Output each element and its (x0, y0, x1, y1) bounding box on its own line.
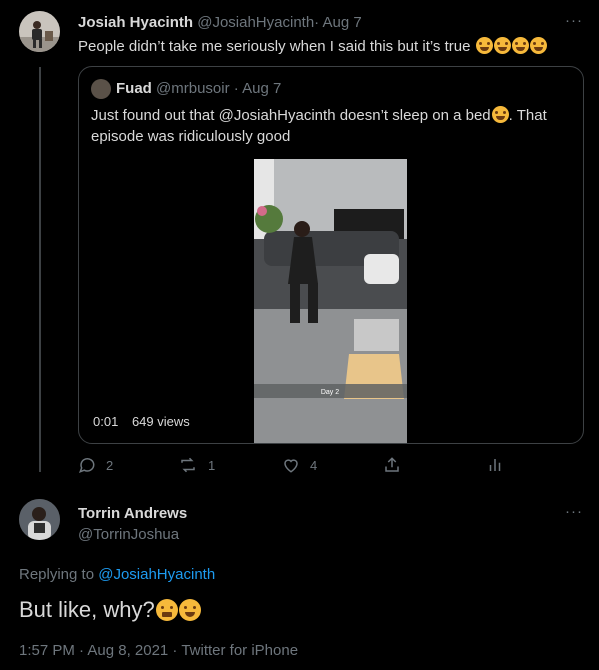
retweet-button[interactable]: 1 (178, 456, 215, 474)
tears-of-joy-emoji-icon (529, 37, 547, 54)
tweet1-display-name[interactable]: Josiah Hyacinth (78, 14, 193, 31)
tweet1-text-content: People didn’t take me seriously when I s… (78, 38, 471, 55)
tears-of-joy-emoji-icon (511, 37, 529, 54)
quoted-date[interactable]: Aug 7 (242, 80, 281, 97)
tears-of-joy-emoji-icon (178, 599, 201, 621)
heart-icon (284, 459, 298, 473)
reply-icon (78, 458, 95, 474)
avatar-josiah[interactable] (19, 11, 60, 52)
replying-to-line: Replying to @JosiahHyacinth (19, 566, 215, 583)
share-button[interactable] (383, 456, 411, 474)
quoted-display-name[interactable]: Fuad (116, 80, 152, 97)
analytics-button[interactable] (486, 456, 514, 474)
like-button[interactable]: 4 (282, 456, 317, 474)
tweet1-handle[interactable]: @JosiahHyacinth (197, 14, 314, 31)
tweet2-text: But like, why? (19, 597, 201, 623)
tweet2-display-name[interactable]: Torrin Andrews (78, 505, 187, 522)
tweet2-handle[interactable]: @TorrinJoshua (78, 526, 179, 543)
tweet2-timestamp[interactable]: 1:57 PM · Aug 8, 2021 · Twitter for iPho… (19, 642, 298, 659)
tears-of-joy-emoji-icon (475, 37, 493, 54)
analytics-icon (489, 459, 501, 471)
tears-of-joy-emoji-icon (493, 37, 511, 54)
video-frame-image: Day 2 (254, 159, 407, 443)
video-elapsed: 0:01 (93, 414, 119, 429)
thinking-face-emoji-icon (155, 599, 178, 621)
more-horizontal-icon[interactable]: ··· (565, 503, 583, 520)
quoted-separator: · (233, 80, 239, 97)
video-caption: Day 2 (321, 389, 339, 396)
video-views: 649 views (131, 414, 190, 429)
like-count: 4 (310, 457, 318, 473)
avatar-torrin[interactable] (19, 499, 60, 540)
avatar-fuad[interactable] (91, 79, 111, 99)
replying-to-link[interactable]: @JosiahHyacinth (98, 566, 215, 583)
share-icon (385, 457, 399, 472)
quoted-text-part1: Just found out that @JosiahHyacinth does… (91, 107, 491, 124)
quoted-handle[interactable]: @mrbusoir (156, 80, 230, 97)
video-meta: 0:01 649 views (93, 414, 200, 429)
rolling-laughing-emoji-icon (491, 106, 509, 123)
reply-button[interactable]: 2 (78, 456, 113, 474)
quoted-tweet-card[interactable]: Fuad @mrbusoir · Aug 7 Just found out th… (78, 66, 584, 444)
quoted-tweet-header: Fuad @mrbusoir · Aug 7 (116, 80, 281, 97)
reply-count: 2 (106, 457, 114, 473)
more-horizontal-icon[interactable]: ··· (565, 12, 583, 29)
avatar-torrin-image (19, 499, 60, 540)
video-player[interactable]: Day 2 (254, 159, 407, 443)
tweet1-text: People didn’t take me seriously when I s… (78, 37, 547, 55)
thread-connector-line (39, 67, 41, 472)
avatar-josiah-image (19, 11, 60, 52)
retweet-count: 1 (208, 457, 216, 473)
replying-to-prefix: Replying to (19, 566, 95, 583)
tweet1-separator: · (314, 14, 320, 31)
retweet-icon (181, 457, 195, 473)
tweet1-header: Josiah Hyacinth @JosiahHyacinth· Aug 7 (78, 14, 362, 31)
tweet1-date[interactable]: Aug 7 (323, 14, 362, 31)
tweet2-text-content: But like, why? (19, 597, 155, 622)
quoted-tweet-text: Just found out that @JosiahHyacinth does… (91, 105, 577, 147)
